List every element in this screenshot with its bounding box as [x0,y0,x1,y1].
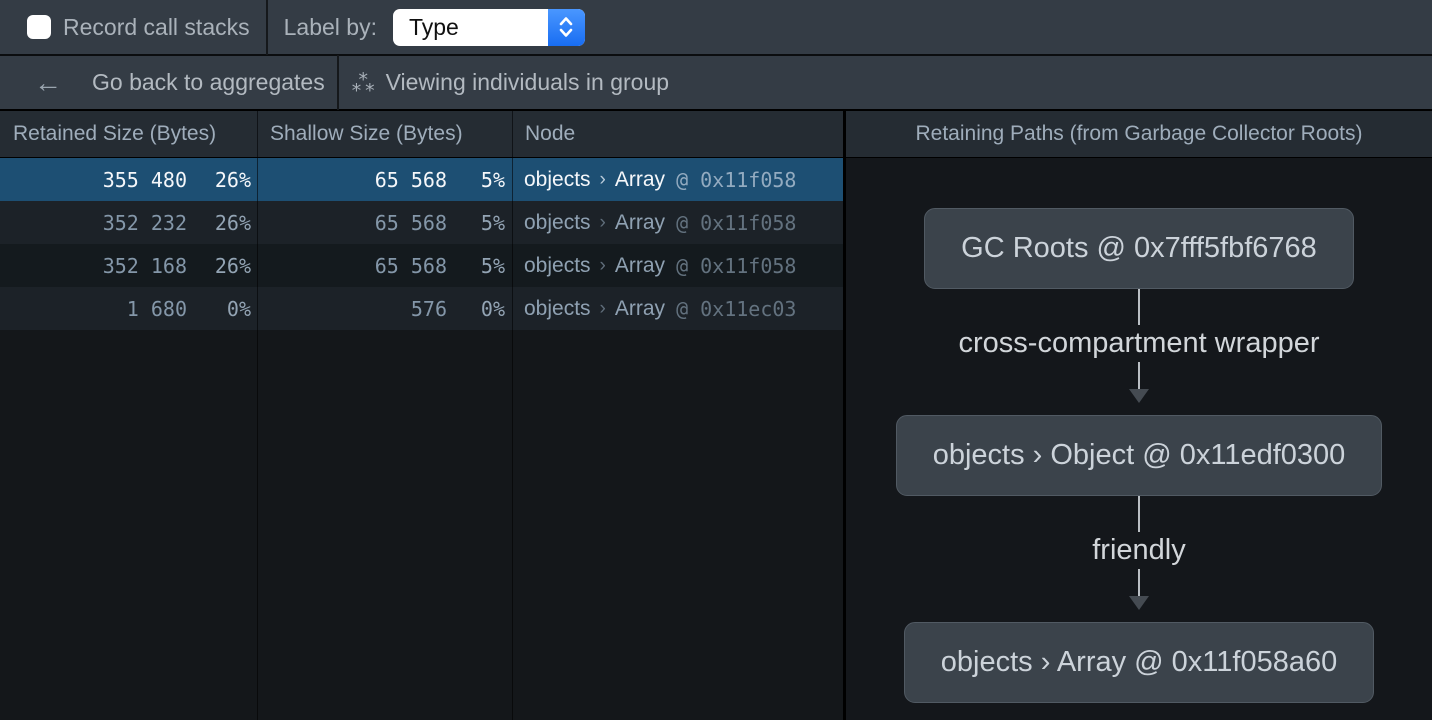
retained-size-value: 1 680 [0,297,187,321]
record-call-stacks-label: Record call stacks [63,14,250,41]
node-type: Array [615,168,665,192]
node-address: @ 0x11f058 [676,254,796,278]
node-group: objects [524,254,591,278]
table-header-row: Retained Size (Bytes) Shallow Size (Byte… [0,111,843,158]
retaining-paths-panel: Retaining Paths (from Garbage Collector … [846,111,1432,720]
shallow-size-cell: 65 568 5% [257,158,512,201]
nav-toolbar: ← Go back to aggregates * ** Viewing ind… [0,56,1432,111]
individuals-icon: * ** [351,69,378,96]
content-area: Retained Size (Bytes) Shallow Size (Byte… [0,111,1432,720]
label-by-label: Label by: [284,14,377,41]
node-separator: › [600,169,606,191]
node-separator: › [600,298,606,320]
label-by-select[interactable]: Type [393,9,585,46]
retained-size-percent: 0% [187,297,251,321]
column-divider [512,111,513,720]
retained-size-cell: 352 168 26% [0,244,257,287]
shallow-size-value: 576 [257,297,447,321]
graph-edge: cross-compartment wrapper [959,289,1320,415]
arrowhead-icon [1129,389,1149,403]
retained-size-value: 352 168 [0,254,187,278]
node-cell: objects › Array @ 0x11ec03 [512,287,843,330]
shallow-size-cell: 65 568 5% [257,244,512,287]
shallow-size-value: 65 568 [257,211,447,235]
individuals-icon-bottom: ** [351,86,378,96]
edge-label: cross-compartment wrapper [959,327,1320,360]
graph-node-object[interactable]: objects › Object @ 0x11edf0300 [896,415,1383,496]
node-type: Array [615,297,665,321]
go-back-label: Go back to aggregates [92,69,325,96]
column-divider [257,111,258,720]
shallow-size-value: 65 568 [257,254,447,278]
node-group: objects [524,168,591,192]
edge-line [1138,569,1140,597]
node-separator: › [600,212,606,234]
graph-node-gc-roots[interactable]: GC Roots @ 0x7fff5fbf6768 [924,208,1354,289]
graph-edge: friendly [1092,496,1186,622]
retaining-paths-graph: GC Roots @ 0x7fff5fbf6768 cross-compartm… [846,158,1432,720]
retained-size-cell: 352 232 26% [0,201,257,244]
node-cell: objects › Array @ 0x11f058 [512,201,843,244]
go-back-to-aggregates-button[interactable]: ← Go back to aggregates [0,69,325,97]
record-call-stacks-checkbox[interactable] [27,15,51,39]
node-address: @ 0x11f058 [676,168,796,192]
shallow-size-percent: 5% [447,254,505,278]
table-row[interactable]: 355 480 26% 65 568 5% objects › Array @ … [0,158,843,201]
graph-node-array[interactable]: objects › Array @ 0x11f058a60 [904,622,1374,703]
memory-tool-window: Record call stacks Label by: Type ← Go b… [0,0,1432,720]
retained-size-cell: 355 480 26% [0,158,257,201]
shallow-size-cell: 576 0% [257,287,512,330]
retained-size-cell: 1 680 0% [0,287,257,330]
column-header-shallow-size[interactable]: Shallow Size (Bytes) [257,111,512,157]
toolbar-divider [337,55,339,110]
node-address: @ 0x11f058 [676,211,796,235]
retained-size-value: 355 480 [0,168,187,192]
individuals-table: Retained Size (Bytes) Shallow Size (Byte… [0,111,843,720]
retained-size-percent: 26% [187,211,251,235]
node-separator: › [600,255,606,277]
retained-size-percent: 26% [187,168,251,192]
edge-line [1138,289,1140,325]
shallow-size-percent: 5% [447,168,505,192]
toolbar-divider [266,0,268,55]
node-group: objects [524,211,591,235]
top-toolbar: Record call stacks Label by: Type [0,0,1432,56]
shallow-size-percent: 0% [447,297,505,321]
shallow-size-percent: 5% [447,211,505,235]
retaining-paths-title: Retaining Paths (from Garbage Collector … [846,111,1432,158]
viewing-individuals-label: Viewing individuals in group [386,69,669,96]
edge-line [1138,496,1140,532]
column-header-retained-size[interactable]: Retained Size (Bytes) [0,111,257,157]
edge-line [1138,362,1140,390]
table-row[interactable]: 352 232 26% 65 568 5% objects › Array @ … [0,201,843,244]
retained-size-value: 352 232 [0,211,187,235]
back-arrow-icon: ← [34,69,62,97]
node-type: Array [615,211,665,235]
node-type: Array [615,254,665,278]
table-row[interactable]: 1 680 0% 576 0% objects › Array @ 0x11ec… [0,287,843,330]
label-by-selected-value: Type [393,9,548,46]
node-cell: objects › Array @ 0x11f058 [512,158,843,201]
retained-size-percent: 26% [187,254,251,278]
node-group: objects [524,297,591,321]
node-cell: objects › Array @ 0x11f058 [512,244,843,287]
select-updown-icon [548,9,585,46]
column-header-node[interactable]: Node [512,111,843,157]
node-address: @ 0x11ec03 [676,297,796,321]
shallow-size-cell: 65 568 5% [257,201,512,244]
table-row[interactable]: 352 168 26% 65 568 5% objects › Array @ … [0,244,843,287]
edge-label: friendly [1092,534,1186,567]
arrowhead-icon [1129,596,1149,610]
shallow-size-value: 65 568 [257,168,447,192]
